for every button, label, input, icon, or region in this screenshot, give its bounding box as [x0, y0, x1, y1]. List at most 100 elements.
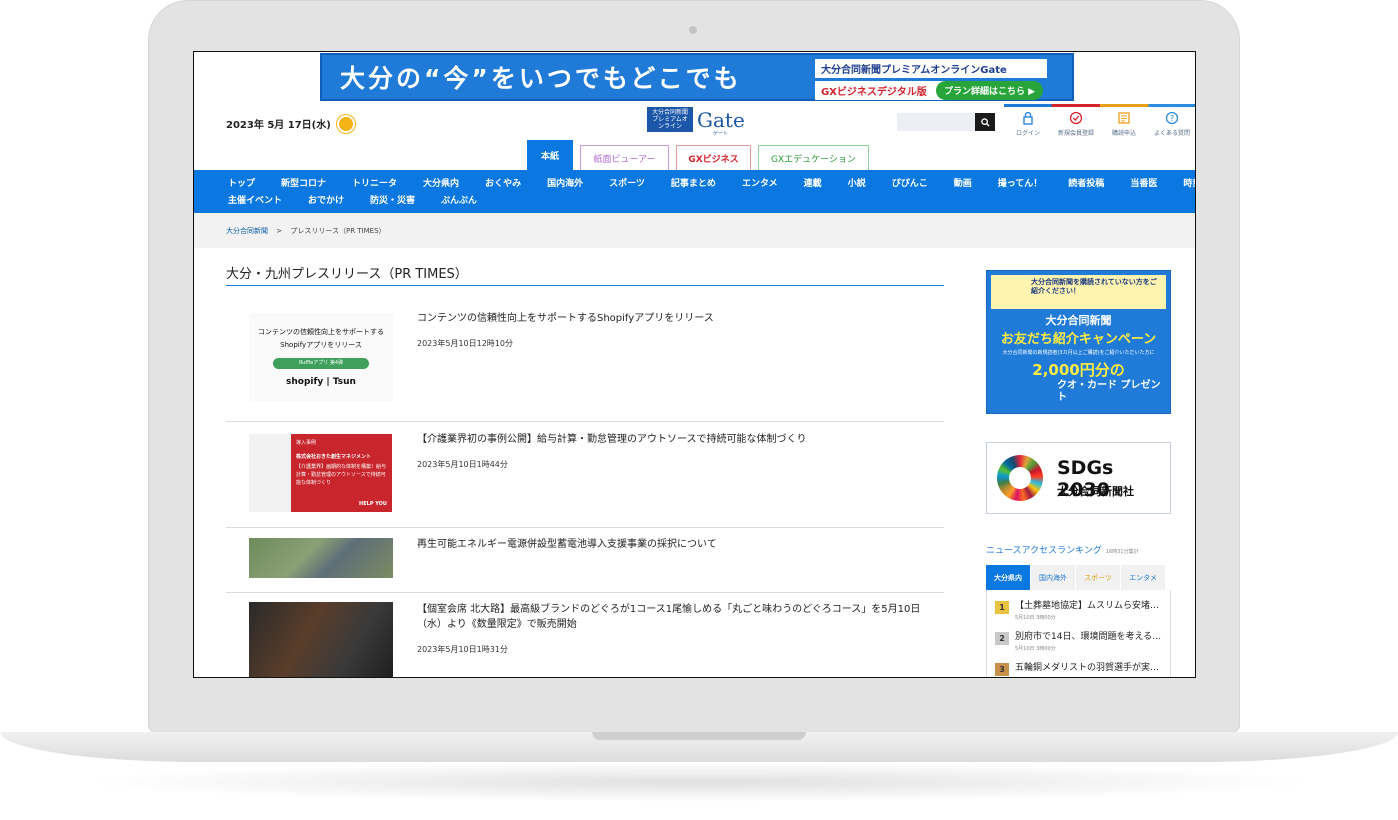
banner-cta-button[interactable]: プラン詳細はこちら ▶: [935, 81, 1043, 100]
nav-item-reader-post[interactable]: 読者投稿: [1068, 176, 1104, 193]
thumb-logos: shopify | Tsun: [286, 377, 356, 387]
nav-item-punpun[interactable]: ぷんぷん: [441, 193, 477, 210]
article-title[interactable]: 【個室会席 北大路】最高級ブランドのどぐろが1コース1尾愉しめる「丸ごと味わうの…: [417, 602, 942, 632]
article-title[interactable]: 【介護業界初の事例公開】給与計算・勤怠管理のアウトソースで持続可能な体制づくり: [417, 432, 942, 447]
ranking-item-date: 5月10日 3時00分: [1015, 615, 1056, 621]
tab-paper-viewer[interactable]: 紙面ビューアー: [580, 145, 669, 170]
ranking-tab-entame[interactable]: エンタメ: [1121, 565, 1165, 590]
breadcrumb: 大分合同新聞 > プレスリリース（PR TIMES）: [194, 213, 1195, 248]
ranking-tab-sports[interactable]: スポーツ: [1076, 565, 1120, 590]
nav-item-okuyami[interactable]: おくやみ: [485, 176, 521, 193]
thumb-left-panel: [249, 434, 291, 512]
site-logo[interactable]: 大分合同新聞 プレミアムオンライン Gate ゲート: [647, 107, 745, 137]
promo-banner[interactable]: 大分の“今”をいつでもどこでも 大分合同新聞プレミアムオンラインGate GXビ…: [320, 53, 1074, 101]
search-input[interactable]: [897, 113, 975, 131]
ranking-item-title[interactable]: 【土葬墓地協定】ムスリムら安堵…: [1015, 598, 1170, 611]
login-label: ログイン: [1015, 130, 1040, 137]
tab-honshi[interactable]: 本紙: [527, 140, 573, 170]
ranking-tab-oita[interactable]: 大分県内: [986, 565, 1030, 590]
ranking-item-date: 5月10日 3時00分: [1015, 646, 1056, 652]
nav-item-timetable[interactable]: 時刻表: [1183, 176, 1195, 193]
nav-item-video[interactable]: 動画: [954, 176, 972, 193]
article-thumbnail[interactable]: コンテンツの信頼性向上をサポートする Shopifyアプリをリリース Ruffl…: [249, 313, 393, 401]
nav-item-trinita[interactable]: トリニータ: [352, 176, 397, 193]
article-item[interactable]: 再生可能エネルギー電源併設型蓄電池導入支援事業の採択について: [226, 528, 944, 593]
article-thumbnail[interactable]: [249, 538, 393, 578]
newspaper-icon: [1118, 112, 1130, 124]
svg-text:?: ?: [1170, 114, 1174, 123]
sdgs-wheel-icon: [997, 455, 1043, 501]
rank-badge: 3: [995, 663, 1009, 676]
rank-badge: 2: [995, 632, 1009, 645]
nav-item-sports[interactable]: スポーツ: [609, 176, 645, 193]
ranking-item[interactable]: 3 五輪銅メダリストの羽賀選手が実…: [995, 660, 1170, 677]
ranking-item[interactable]: 1 【土葬墓地協定】ムスリムら安堵… 5月10日 3時00分: [995, 598, 1170, 629]
nav-item-odekake[interactable]: おでかけ: [308, 193, 344, 210]
nav-item-summary[interactable]: 記事まとめ: [671, 176, 716, 193]
campaign-banner[interactable]: 大分合同新聞を購読されていない方をご紹介ください！ 大分合同新聞 お友だち紹介キ…: [986, 270, 1171, 414]
thumb-red-panel: 導入事例 株式会社おきた創生マネジメント 【介護業界】画期的な体制を構築！給与計…: [291, 434, 392, 512]
nav-item-oita[interactable]: 大分県内: [423, 176, 459, 193]
logo-gate-text: Gate: [697, 107, 745, 132]
campaign-title: お友だち紹介キャンペーン: [1000, 332, 1157, 347]
tab-gx-education[interactable]: GXエデュケーション: [758, 145, 869, 170]
ranking-title: ニュースアクセスランキング 16時31分集計: [986, 543, 1139, 556]
ranking-item[interactable]: 2 別府市で14日、環境問題を考える… 5月10日 3時00分: [995, 629, 1170, 660]
thumb-label: 導入事例: [296, 440, 317, 446]
breadcrumb-current: プレスリリース（PR TIMES）: [290, 227, 386, 235]
nav-item-top[interactable]: トップ: [228, 176, 255, 193]
nav-item-series[interactable]: 連載: [804, 176, 822, 193]
article-date: 2023年5月10日1時31分: [417, 645, 508, 654]
ranking-tab-domestic[interactable]: 国内海外: [1031, 565, 1075, 590]
register-label: 新規会員登録: [1057, 130, 1094, 137]
search-form: [897, 113, 995, 131]
ranking-list: 1 【土葬墓地協定】ムスリムら安堵… 5月10日 3時00分 2 別府市で14日…: [986, 590, 1171, 677]
sdgs-company: 大分合同新聞社: [1057, 485, 1134, 498]
ranking-item-title[interactable]: 五輪銅メダリストの羽賀選手が実…: [1015, 660, 1170, 673]
date-text: 2023年 5月 17日(水): [226, 120, 331, 131]
subscribe-label: 購読申込: [1111, 130, 1136, 137]
campaign-note: 大分合同新聞の新規読者(3カ月以上ご購読)をご紹介いただいた方に: [1002, 350, 1155, 356]
breadcrumb-separator: >: [276, 227, 283, 235]
nav-item-disaster[interactable]: 防災・災害: [370, 193, 415, 210]
subscribe-link[interactable]: 購読申込: [1100, 107, 1148, 137]
article-item[interactable]: 【個室会席 北大路】最高級ブランドのどぐろが1コース1尾愉しめる「丸ごと味わうの…: [226, 593, 944, 677]
search-icon: [980, 117, 990, 127]
ranking-item-title[interactable]: 別府市で14日、環境問題を考える…: [1015, 629, 1170, 642]
laptop-notch: [592, 732, 806, 740]
nav-item-corona[interactable]: 新型コロナ: [281, 176, 326, 193]
check-circle-icon: [1069, 111, 1083, 125]
nav-item-domestic[interactable]: 国内海外: [547, 176, 583, 193]
login-link[interactable]: ログイン: [1004, 107, 1052, 137]
article-item[interactable]: 導入事例 株式会社おきた創生マネジメント 【介護業界】画期的な体制を構築！給与計…: [226, 422, 944, 528]
faq-label: よくある質問: [1153, 130, 1190, 137]
nav-row-1: トップ 新型コロナ トリニータ 大分県内 おくやみ 国内海外 スポーツ 記事まと…: [228, 176, 1195, 193]
article-thumbnail[interactable]: [249, 602, 393, 677]
faq-link[interactable]: ? よくある質問: [1148, 107, 1195, 137]
sdgs-banner[interactable]: SDGs 2030 大分合同新聞社: [986, 442, 1171, 514]
thumb-brand: HELP YOU: [359, 501, 387, 507]
header-date: 2023年 5月 17日(水): [226, 116, 353, 131]
register-link[interactable]: 新規会員登録: [1052, 107, 1100, 137]
breadcrumb-home-link[interactable]: 大分合同新聞: [226, 227, 268, 235]
browser-screen: 大分の“今”をいつでもどこでも 大分合同新聞プレミアムオンラインGate GXビ…: [193, 51, 1196, 678]
nav-item-doctor[interactable]: 当番医: [1130, 176, 1157, 193]
global-nav: トップ 新型コロナ トリニータ 大分県内 おくやみ 国内海外 スポーツ 記事まと…: [194, 170, 1195, 213]
search-button[interactable]: [975, 113, 995, 131]
campaign-heading: 大分合同新聞: [1045, 314, 1112, 327]
nav-item-totten[interactable]: 撮ってん！: [998, 176, 1043, 193]
article-title[interactable]: コンテンツの信頼性向上をサポートするShopifyアプリをリリース: [417, 311, 942, 326]
nav-item-entame[interactable]: エンタメ: [742, 176, 778, 193]
logo-sub-text: ゲート: [713, 131, 729, 137]
section-tabs: 本紙 紙面ビューアー GXビジネス GXエデュケーション: [527, 140, 869, 170]
nav-item-pipinko[interactable]: ぴぴんこ: [892, 176, 928, 193]
ranking-subtitle: 16時31分集計: [1105, 549, 1139, 555]
tab-gx-business[interactable]: GXビジネス: [676, 145, 751, 170]
article-date: 2023年5月10日12時10分: [417, 339, 513, 348]
article-title[interactable]: 再生可能エネルギー電源併設型蓄電池導入支援事業の採択について: [417, 537, 942, 552]
laptop-shadow: [80, 762, 1318, 802]
nav-item-events[interactable]: 主催イベント: [228, 193, 282, 210]
nav-item-novel[interactable]: 小説: [848, 176, 866, 193]
article-thumbnail[interactable]: 導入事例 株式会社おきた創生マネジメント 【介護業界】画期的な体制を構築！給与計…: [249, 434, 393, 512]
article-item[interactable]: コンテンツの信頼性向上をサポートする Shopifyアプリをリリース Ruffl…: [226, 288, 944, 422]
